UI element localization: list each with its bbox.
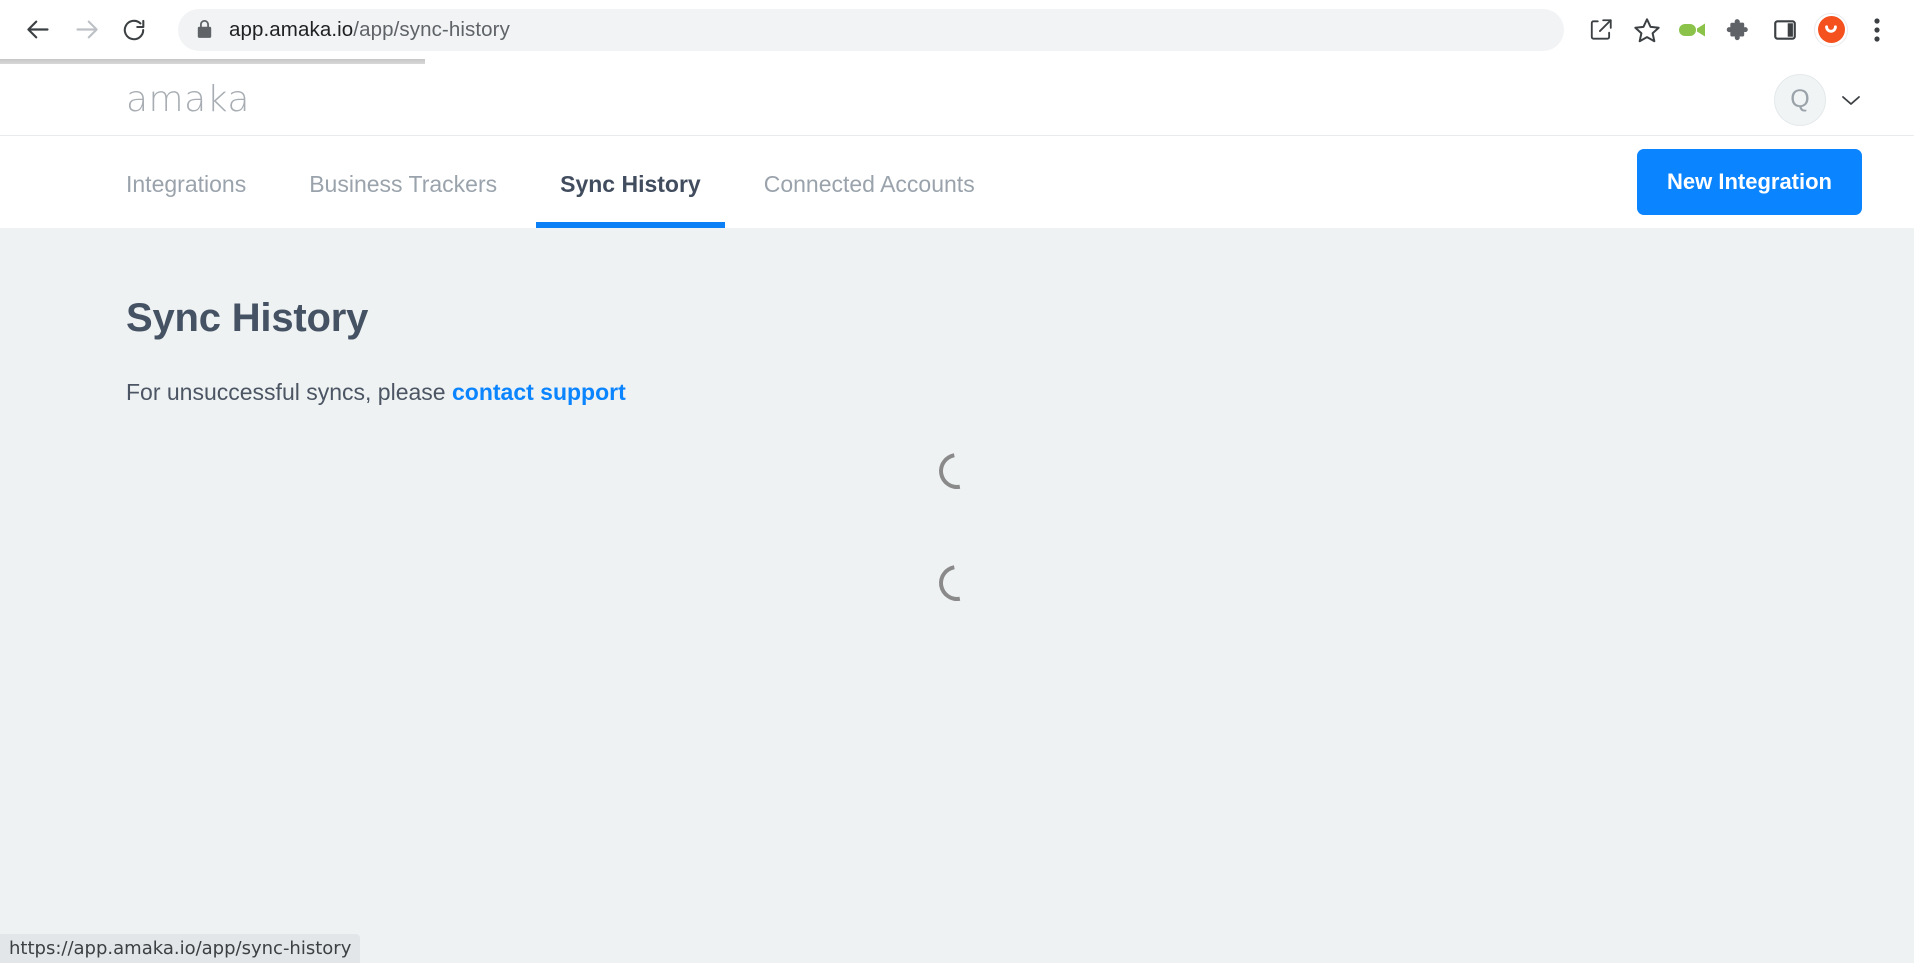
tab-label: Integrations <box>126 170 247 197</box>
extensions-button[interactable] <box>1716 7 1762 53</box>
tab-label: Connected Accounts <box>763 170 975 197</box>
page-title: Sync History <box>126 296 369 340</box>
tab-business-trackers[interactable]: Business Trackers <box>309 136 497 228</box>
url-path: /app/sync-history <box>353 17 510 41</box>
back-button[interactable] <box>14 6 62 54</box>
tab-connected-accounts[interactable]: Connected Accounts <box>764 136 975 228</box>
main-content: Sync History For unsuccessful syncs, ple… <box>0 228 1914 963</box>
video-camera-icon <box>1678 19 1708 41</box>
contact-support-link[interactable]: contact support <box>452 379 626 405</box>
reload-icon <box>121 17 147 43</box>
brand-logo[interactable]: amaka <box>126 79 250 120</box>
side-panel-icon <box>1772 17 1798 43</box>
url-host: app.amaka.io <box>229 17 354 41</box>
browser-toolbar: app.amaka.io/app/sync-history <box>0 0 1914 59</box>
puzzle-piece-icon <box>1726 17 1752 43</box>
page-subtitle: For unsuccessful syncs, please contact s… <box>126 379 1788 406</box>
page-viewport: amaka Q Integrations Business Trackers S… <box>0 64 1914 963</box>
side-panel-button[interactable] <box>1762 7 1808 53</box>
bookmark-button[interactable] <box>1624 7 1670 53</box>
address-bar[interactable]: app.amaka.io/app/sync-history <box>178 8 1564 51</box>
share-button[interactable] <box>1578 7 1624 53</box>
tab-sync-history[interactable]: Sync History <box>536 136 725 228</box>
arrow-left-icon <box>25 16 52 43</box>
browser-menu-button[interactable] <box>1854 7 1900 53</box>
tab-integrations[interactable]: Integrations <box>126 136 246 228</box>
share-icon <box>1588 17 1614 43</box>
video-camera-extension-button[interactable] <box>1670 7 1716 53</box>
tab-bar: Integrations Business Trackers Sync Hist… <box>0 136 1914 228</box>
loading-spinners <box>0 445 1914 609</box>
profile-avatar-inner <box>1817 16 1845 43</box>
star-icon <box>1633 16 1661 44</box>
reload-button[interactable] <box>110 6 158 54</box>
tab-label: Business Trackers <box>309 170 498 197</box>
status-bar: https://app.amaka.io/app/sync-history <box>0 934 361 963</box>
toolbar-actions <box>1578 7 1900 53</box>
profile-button[interactable] <box>1808 7 1854 53</box>
url-text: app.amaka.io/app/sync-history <box>229 18 510 42</box>
chevron-down-icon[interactable] <box>1840 93 1862 107</box>
lock-icon <box>196 20 213 39</box>
loading-spinner-icon <box>931 445 983 497</box>
tab-label: Sync History <box>560 170 701 197</box>
three-dot-menu-icon <box>1874 17 1880 43</box>
account-menu[interactable]: Q <box>1774 73 1862 126</box>
profile-avatar-icon <box>1814 12 1848 47</box>
loading-spinner-icon <box>931 557 983 609</box>
app-header: amaka Q <box>0 64 1914 136</box>
new-integration-button[interactable]: New Integration <box>1636 149 1862 215</box>
subtitle-text: For unsuccessful syncs, please <box>126 379 452 405</box>
status-bar-url: https://app.amaka.io/app/sync-history <box>9 938 352 959</box>
arrow-right-icon <box>73 16 100 43</box>
forward-button[interactable] <box>62 6 110 54</box>
avatar[interactable]: Q <box>1774 73 1826 126</box>
